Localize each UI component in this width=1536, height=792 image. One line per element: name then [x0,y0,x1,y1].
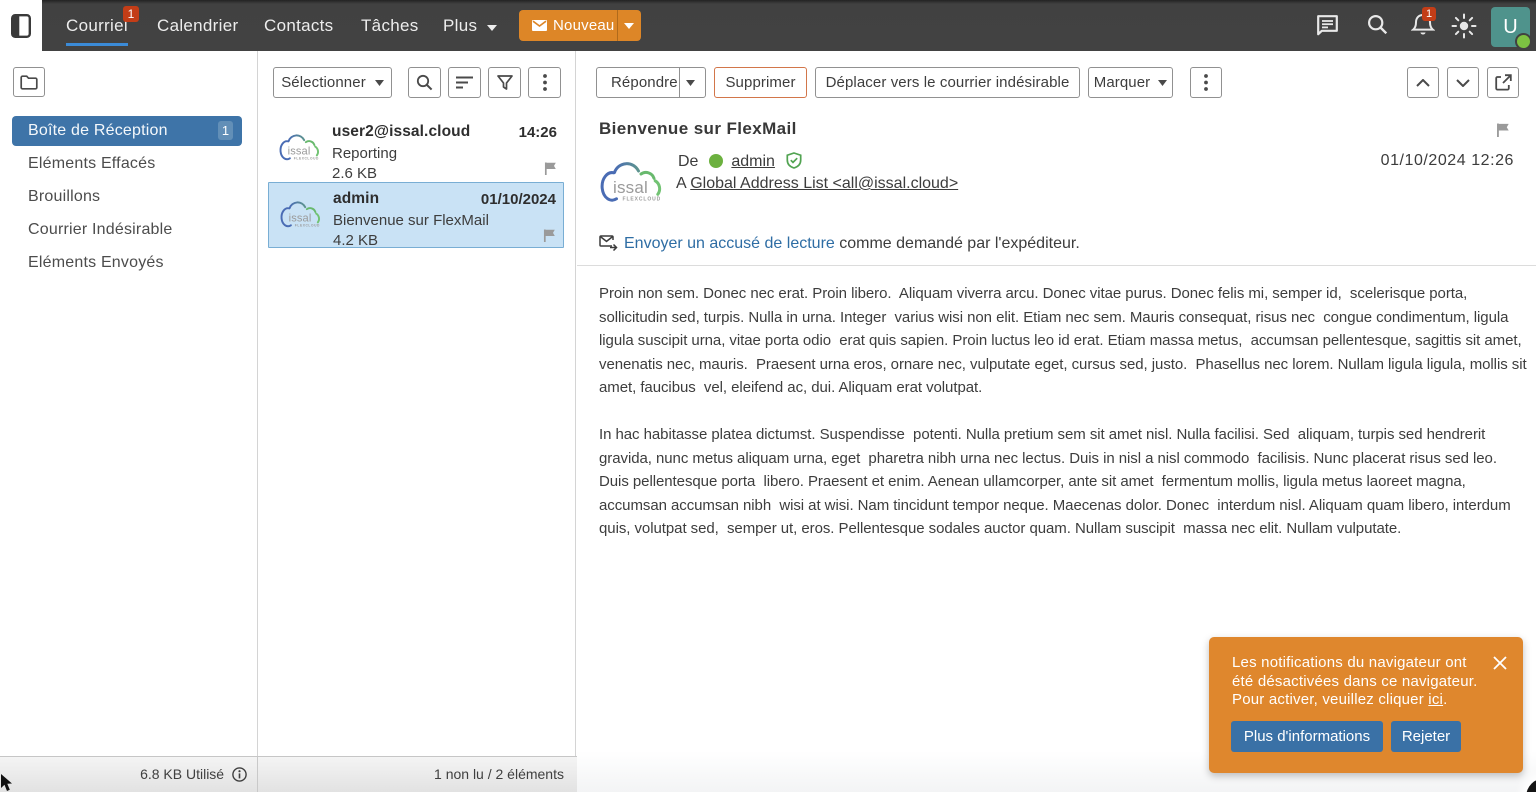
svg-text:FLEXCLOUD: FLEXCLOUD [623,197,662,203]
svg-text:issal: issal [613,178,648,197]
